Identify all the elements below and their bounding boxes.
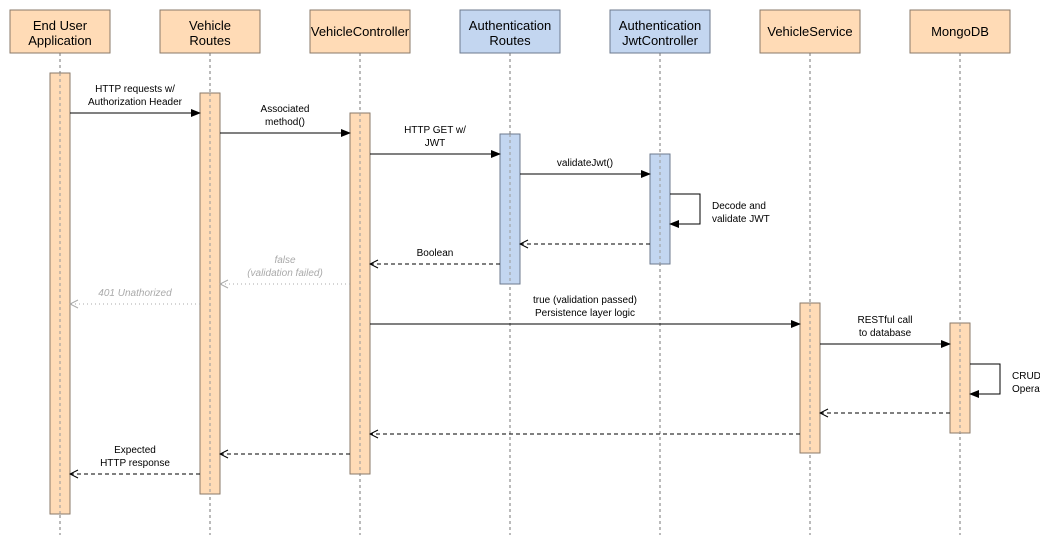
participant-label: VehicleService <box>767 24 852 39</box>
participant-eua[interactable]: End UserApplication <box>9 9 111 54</box>
message-9: true (validation passed) Persistence laye… <box>370 295 801 328</box>
message-3: validateJwt() <box>520 158 651 178</box>
participant-label: VehicleController <box>311 24 410 39</box>
message-label: Associated <box>261 104 310 115</box>
message-6: Boolean <box>370 248 500 264</box>
message-8: 401 Unathorized <box>70 288 200 304</box>
message-label: HTTP requests w/ <box>95 84 175 95</box>
participant-label: Authentication <box>619 18 701 33</box>
message-7: false (validation failed) <box>220 255 350 284</box>
message-label: validateJwt() <box>557 158 613 169</box>
message-10: RESTful call to database <box>820 315 951 348</box>
message-label: (validation failed) <box>247 268 323 279</box>
participant-label: MongoDB <box>931 24 989 39</box>
message-1: Associated method() <box>220 104 351 137</box>
message-0: HTTP requests w/Authorization Header <box>70 84 201 117</box>
participant-label: Vehicle <box>189 18 231 33</box>
participant-vc[interactable]: VehicleController <box>309 9 411 54</box>
message-label: true (validation passed) <box>533 295 637 306</box>
participant-label: JwtController <box>622 33 699 48</box>
message-label: method() <box>265 117 305 128</box>
participant-jc[interactable]: AuthenticationJwtController <box>609 9 711 54</box>
message-label: JWT <box>425 138 446 149</box>
message-label: CRUD <box>1012 371 1040 382</box>
message-label: Expected <box>114 445 156 456</box>
participant-label: Routes <box>189 33 231 48</box>
message-label: RESTful call <box>857 315 912 326</box>
participant-vr[interactable]: VehicleRoutes <box>159 9 261 54</box>
message-label: false <box>274 255 296 266</box>
message-label: HTTP GET w/ <box>404 125 466 136</box>
message-11: CRUD Operation <box>969 363 1040 398</box>
participant-label: End User <box>33 18 88 33</box>
message-label: to database <box>859 328 912 339</box>
sequence-diagram: HTTP requests w/Authorization Header Asso… <box>9 9 1040 535</box>
participant-ar[interactable]: AuthenticationRoutes <box>459 9 561 54</box>
participant-db[interactable]: MongoDB <box>909 9 1011 54</box>
message-label: Authorization Header <box>88 97 183 108</box>
message-label: validate JWT <box>712 214 770 225</box>
message-label: Decode and <box>712 201 766 212</box>
message-label: Operation <box>1012 384 1040 395</box>
message-15: Expected HTTP response <box>70 445 200 474</box>
self-call-arrow <box>669 193 701 228</box>
participant-label: Routes <box>489 33 531 48</box>
participant-label: Application <box>28 33 92 48</box>
message-label: HTTP response <box>100 458 170 469</box>
self-call-arrow <box>969 363 1001 398</box>
message-label: Boolean <box>417 248 454 259</box>
participant-label: Authentication <box>469 18 551 33</box>
message-label: Persistence layer logic <box>535 308 635 319</box>
message-4: Decode and validate JWT <box>669 193 770 228</box>
message-2: HTTP GET w/JWT <box>370 125 501 158</box>
participant-vs[interactable]: VehicleService <box>759 9 861 54</box>
message-label: 401 Unathorized <box>98 288 172 299</box>
